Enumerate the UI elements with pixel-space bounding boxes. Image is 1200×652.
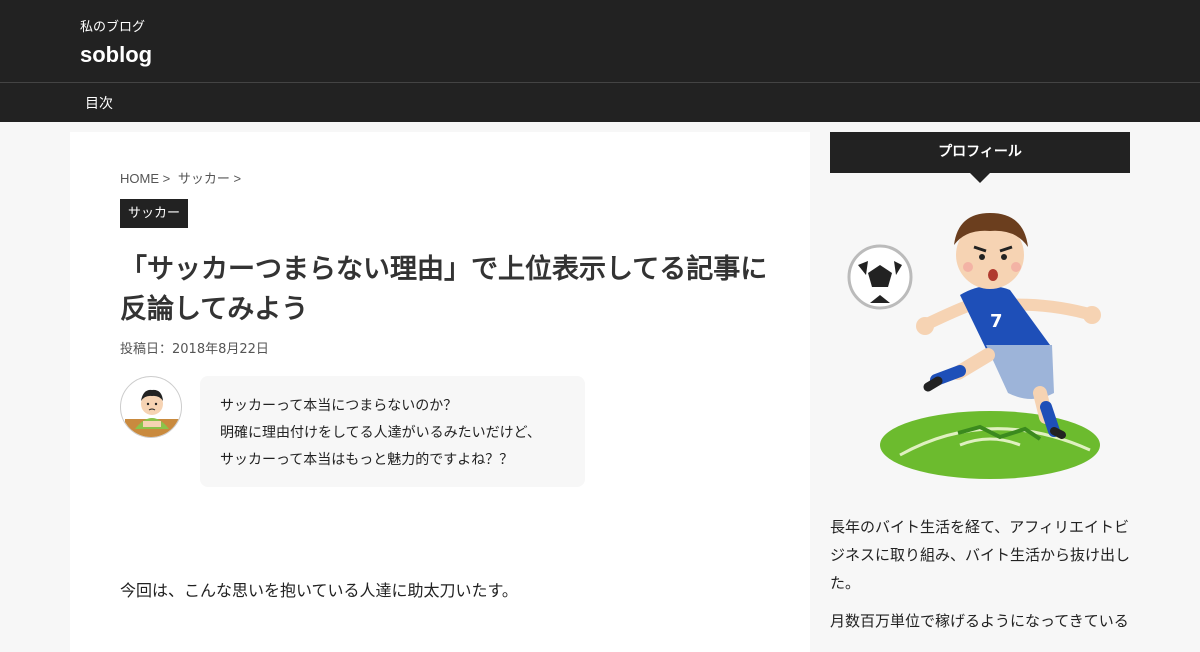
svg-text:7: 7: [990, 311, 1003, 332]
bubble-line: サッカーって本当につまらないのか？: [220, 398, 458, 414]
site-title-link[interactable]: soblog: [80, 42, 152, 68]
bubble-line: サッカーって本当はもっと魅力的ですよね？？: [220, 452, 514, 468]
global-nav: 目次: [0, 82, 1200, 122]
speech-bubble: サッカーって本当につまらないのか？ 明確に理由付けをしてる人達がいるみたいだけど…: [200, 376, 585, 487]
category-badge[interactable]: サッカー: [120, 199, 189, 228]
post-date: 投稿日：2018年8月22日: [120, 342, 269, 357]
speaker-avatar-icon: [125, 389, 179, 437]
sidebar-profile-heading: プロフィール: [830, 132, 1130, 183]
intro-paragraph: 今回は、こんな思いを抱いている人達に助太刀いたす。: [120, 581, 518, 600]
site-tagline: 私のブログ: [80, 20, 146, 35]
profile-paragraph: 月数百万単位で稼げるようになってきている: [830, 612, 1129, 630]
soccer-player-icon: 7: [847, 213, 1101, 479]
profile-text: 長年のバイト生活を経て、アフィリエイトビジネスに取り組み、バイト生活から抜け出し…: [830, 513, 1130, 645]
profile-paragraph: 長年のバイト生活を経て、アフィリエイトビジネスに取り組み、バイト生活から抜け出し…: [830, 518, 1131, 592]
bubble-line: 明確に理由付けをしてる人達がいるみたいだけど、: [220, 425, 541, 441]
profile-image: 7: [840, 195, 1120, 490]
breadcrumb-category-link[interactable]: サッカー >: [178, 171, 241, 186]
nav-item-toc[interactable]: 目次: [85, 93, 113, 113]
breadcrumb: HOME > サッカー >: [120, 168, 245, 187]
breadcrumb-home-link[interactable]: HOME >: [120, 171, 170, 186]
post-title: 「サッカーつまらない理由」で上位表示してる記事に反論してみよう: [120, 254, 768, 325]
avatar: [120, 376, 182, 438]
site-header: 私のブログ soblog: [0, 0, 1200, 82]
article-card: HOME > サッカー > サッカー 「サッカーつまらない理由」で上位表示してる…: [70, 132, 810, 652]
